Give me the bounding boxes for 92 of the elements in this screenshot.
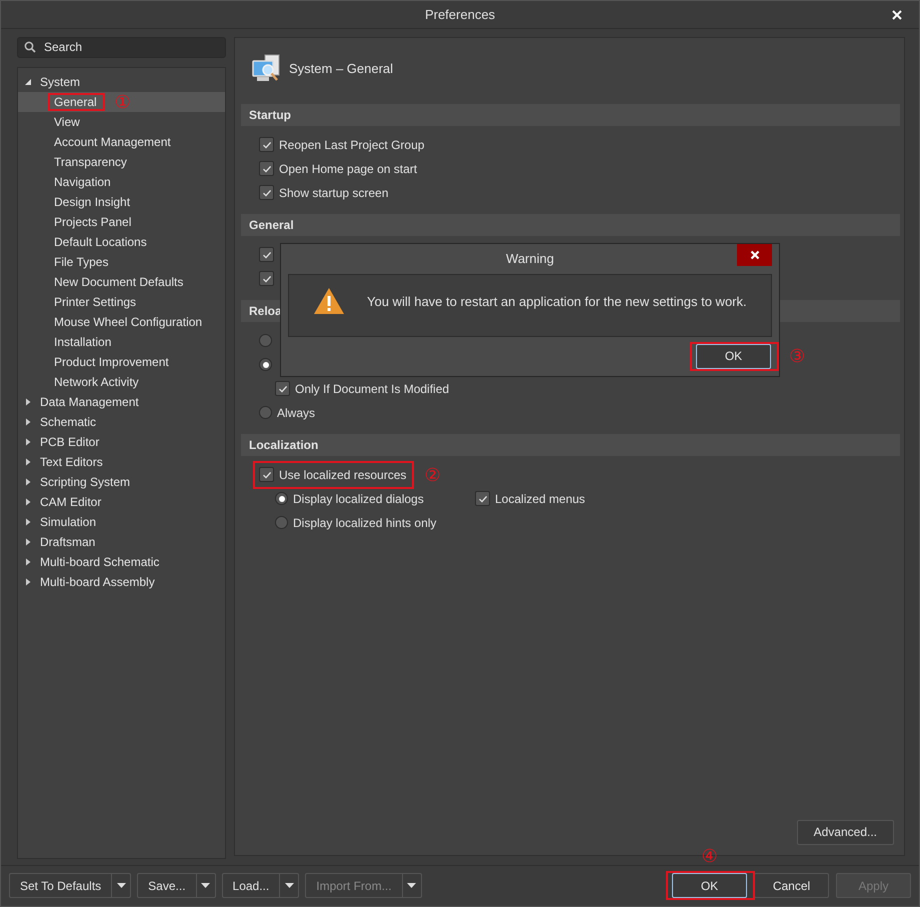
checkbox[interactable] bbox=[259, 137, 274, 152]
search-field[interactable]: Search bbox=[17, 36, 226, 58]
step-number: ④ bbox=[702, 845, 718, 868]
check-icon bbox=[262, 140, 272, 150]
checkbox[interactable] bbox=[259, 271, 274, 286]
check-icon bbox=[278, 384, 288, 394]
check-icon bbox=[262, 164, 272, 174]
window-title: Preferences bbox=[424, 6, 496, 22]
step-number: ① bbox=[114, 90, 131, 113]
checkbox-label[interactable]: Use localized resources bbox=[279, 468, 406, 482]
step-number: ② bbox=[424, 464, 440, 486]
tree-item[interactable]: Installation bbox=[18, 332, 225, 352]
tree-item[interactable]: Text Editors bbox=[18, 452, 225, 472]
section-header: Startup bbox=[241, 104, 900, 126]
tree-item[interactable]: File Types bbox=[18, 252, 225, 272]
section-header: Localization bbox=[241, 434, 900, 456]
expand-icon[interactable] bbox=[24, 538, 32, 546]
tree-item[interactable]: Projects Panel bbox=[18, 212, 225, 232]
expand-icon[interactable] bbox=[24, 478, 32, 486]
highlight-frame bbox=[48, 92, 105, 111]
close-icon bbox=[750, 250, 760, 260]
tree-item[interactable]: Account Management bbox=[18, 132, 225, 152]
expand-icon[interactable] bbox=[24, 458, 32, 466]
checkbox[interactable] bbox=[259, 467, 274, 482]
expand-icon[interactable] bbox=[24, 498, 32, 506]
expand-icon[interactable] bbox=[24, 398, 32, 406]
close-button[interactable] bbox=[737, 244, 772, 266]
warning-icon bbox=[313, 287, 345, 316]
split-button[interactable]: Set To Defaults bbox=[9, 873, 132, 898]
checkbox-label[interactable]: Show startup screen bbox=[279, 186, 388, 200]
tree-item[interactable]: New Document Defaults bbox=[18, 272, 225, 292]
radio-label[interactable]: Display localized hints only bbox=[293, 516, 436, 530]
expand-icon[interactable] bbox=[24, 578, 32, 586]
checkbox-label[interactable]: Localized menus bbox=[495, 492, 586, 506]
checkbox[interactable] bbox=[259, 247, 274, 262]
checkbox[interactable] bbox=[275, 381, 290, 396]
checkbox[interactable] bbox=[475, 491, 490, 506]
tree-item[interactable]: View bbox=[18, 112, 225, 132]
tree-item[interactable]: Schematic bbox=[18, 412, 225, 432]
expand-icon[interactable] bbox=[24, 438, 32, 446]
split-button[interactable]: Save... bbox=[137, 873, 216, 898]
check-icon bbox=[262, 274, 272, 284]
dialog-title: Warning bbox=[506, 251, 554, 266]
expand-icon[interactable] bbox=[24, 518, 32, 526]
check-icon bbox=[262, 250, 272, 260]
tree-item[interactable]: Network Activity bbox=[18, 372, 225, 392]
tree-item[interactable]: Multi-board Schematic bbox=[18, 552, 225, 572]
checkbox-label[interactable]: Reopen Last Project Group bbox=[279, 138, 424, 152]
tree-item[interactable]: System bbox=[18, 72, 225, 92]
expand-icon[interactable] bbox=[24, 558, 32, 566]
radio-button[interactable] bbox=[259, 358, 272, 372]
tree-item[interactable]: CAM Editor bbox=[18, 492, 225, 512]
tree-item[interactable]: Navigation bbox=[18, 172, 225, 192]
radio-label[interactable]: Always bbox=[277, 406, 316, 420]
search-input[interactable]: Search bbox=[42, 39, 192, 56]
radio-label[interactable]: Display localized dialogs bbox=[293, 492, 424, 506]
checkbox-label[interactable]: Only If Document Is Modified bbox=[295, 382, 450, 396]
radio-button[interactable] bbox=[259, 406, 272, 420]
radio-button[interactable] bbox=[275, 492, 288, 506]
checkbox[interactable] bbox=[259, 161, 274, 176]
radio-button[interactable] bbox=[275, 516, 288, 530]
tree-item[interactable]: Draftsman bbox=[18, 532, 225, 552]
tree-item[interactable]: Scripting System bbox=[18, 472, 225, 492]
tree-item[interactable]: PCB Editor bbox=[18, 432, 225, 452]
section-header: General bbox=[241, 214, 900, 236]
collapse-icon[interactable] bbox=[24, 78, 32, 86]
dialog-button[interactable]: OK bbox=[672, 873, 747, 898]
radio-button[interactable] bbox=[259, 334, 272, 348]
tree-item[interactable]: General ① bbox=[18, 92, 225, 112]
advanced-button[interactable]: Advanced... bbox=[796, 820, 894, 845]
split-button[interactable]: Load... bbox=[222, 873, 300, 898]
tree-item[interactable]: Design Insight bbox=[18, 192, 225, 212]
check-icon bbox=[262, 188, 272, 198]
tree-item[interactable]: Default Locations bbox=[18, 232, 225, 252]
tree-item[interactable]: Mouse Wheel Configuration bbox=[18, 312, 225, 332]
expand-icon[interactable] bbox=[24, 418, 32, 426]
check-icon bbox=[478, 494, 488, 504]
tree-item[interactable]: Data Management bbox=[18, 392, 225, 412]
search-icon bbox=[24, 41, 36, 54]
step-number: ③ bbox=[789, 345, 805, 368]
page-title: System – General bbox=[289, 61, 394, 76]
checkbox[interactable] bbox=[259, 185, 274, 200]
tree-item[interactable]: Multi-board Assembly bbox=[18, 572, 225, 592]
ok-button[interactable]: OK bbox=[696, 344, 771, 369]
check-icon bbox=[262, 470, 272, 480]
checkbox-label[interactable]: Open Home page on start bbox=[279, 162, 418, 176]
close-icon bbox=[892, 10, 902, 20]
tree-item[interactable]: Transparency bbox=[18, 152, 225, 172]
dialog-button[interactable]: Cancel bbox=[754, 873, 829, 898]
tree-item[interactable]: Printer Settings bbox=[18, 292, 225, 312]
tree-item[interactable]: Product Improvement bbox=[18, 352, 225, 372]
tree-item[interactable]: Simulation bbox=[18, 512, 225, 532]
